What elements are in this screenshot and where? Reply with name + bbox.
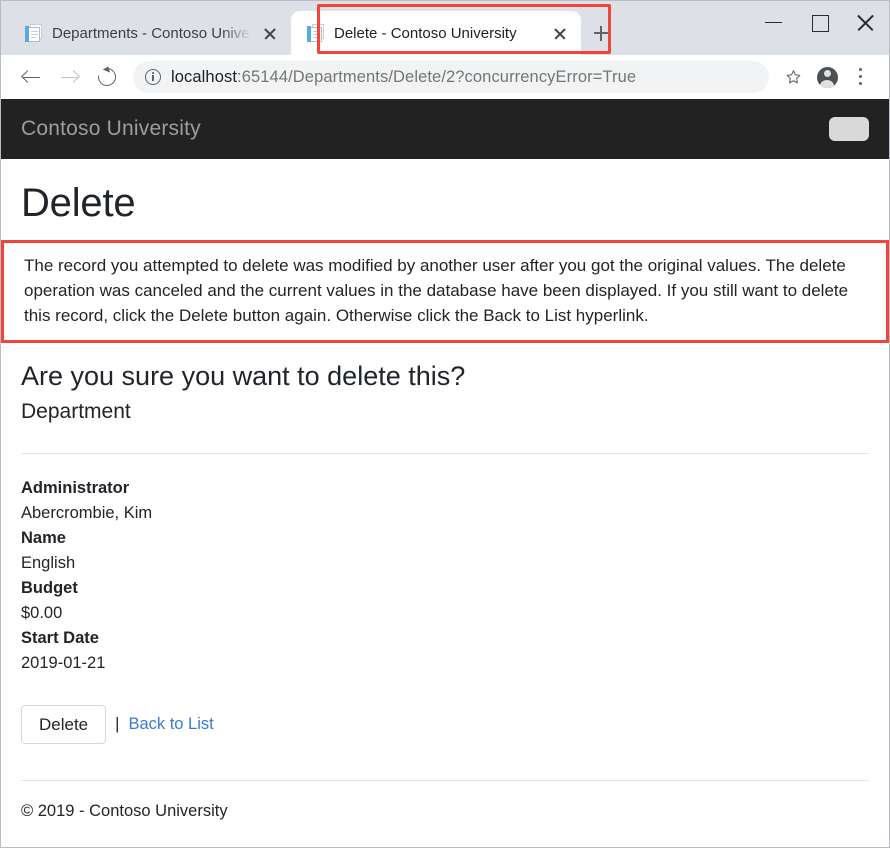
page-footer: © 2019 - Contoso University — [21, 781, 869, 821]
bookmark-star-icon — [785, 69, 802, 85]
department-details-list: Administrator Abercrombie, Kim Name Engl… — [21, 476, 869, 676]
maximize-icon[interactable] — [797, 1, 843, 45]
url-host: localhost — [171, 68, 237, 86]
minimize-icon[interactable] — [751, 1, 797, 45]
back-arrow-icon — [22, 68, 41, 87]
browser-toolbar: localhost:65144/Departments/Delete/2?con… — [1, 55, 889, 99]
reload-button[interactable] — [89, 59, 125, 95]
address-bar[interactable]: localhost:65144/Departments/Delete/2?con… — [133, 61, 769, 93]
url-text: localhost:65144/Departments/Delete/2?con… — [171, 68, 636, 87]
back-button[interactable] — [13, 59, 49, 95]
kebab-menu-icon — [859, 68, 863, 86]
reload-icon — [94, 64, 119, 89]
navbar-brand[interactable]: Contoso University — [21, 117, 201, 141]
detail-value-administrator: Abercrombie, Kim — [21, 501, 869, 526]
concurrency-error-alert: The record you attempted to delete was m… — [1, 240, 889, 343]
entity-heading: Department — [21, 400, 869, 424]
site-info-icon[interactable] — [145, 69, 161, 85]
tab-close-icon[interactable] — [259, 22, 281, 44]
back-to-list-link[interactable]: Back to List — [128, 715, 213, 734]
browser-tab-departments[interactable]: Departments - Contoso Universit — [9, 11, 291, 55]
profile-avatar-icon — [817, 67, 838, 88]
window-controls — [751, 1, 889, 45]
navbar-toggler-button[interactable] — [829, 117, 869, 141]
page-favicon-icon — [307, 24, 324, 43]
browser-menu-button[interactable] — [845, 61, 877, 93]
divider-top — [21, 453, 869, 454]
tab-title: Departments - Contoso Universit — [52, 25, 249, 42]
browser-window: Departments - Contoso Universit Delete -… — [0, 0, 890, 848]
action-row: Delete | Back to List — [21, 705, 869, 744]
alert-message: The record you attempted to delete was m… — [24, 253, 866, 328]
forward-button[interactable] — [51, 59, 87, 95]
tab-title: Delete - Contoso University — [334, 25, 539, 42]
detail-label-name: Name — [21, 526, 869, 551]
confirm-heading: Are you sure you want to delete this? — [21, 361, 869, 392]
page-title: Delete — [21, 181, 869, 226]
page-container: Delete The record you attempted to delet… — [1, 181, 889, 821]
page-viewport: Contoso University Delete The record you… — [1, 99, 889, 847]
action-separator: | — [115, 715, 119, 734]
delete-button[interactable]: Delete — [21, 705, 106, 744]
site-navbar: Contoso University — [1, 99, 889, 159]
page-favicon-icon — [25, 24, 42, 43]
profile-button[interactable] — [811, 61, 843, 93]
new-tab-button[interactable] — [581, 11, 621, 55]
forward-arrow-icon — [60, 68, 79, 87]
browser-tab-delete[interactable]: Delete - Contoso University — [291, 11, 581, 55]
bookmark-button[interactable] — [777, 61, 809, 93]
tab-strip: Departments - Contoso Universit Delete -… — [1, 1, 889, 55]
url-path: :65144/Departments/Delete/2?concurrencyE… — [237, 68, 636, 86]
detail-label-budget: Budget — [21, 576, 869, 601]
detail-label-administrator: Administrator — [21, 476, 869, 501]
close-window-icon[interactable] — [843, 1, 889, 45]
tab-close-icon[interactable] — [549, 22, 571, 44]
detail-value-start-date: 2019-01-21 — [21, 651, 869, 676]
detail-label-start-date: Start Date — [21, 626, 869, 651]
detail-value-name: English — [21, 551, 869, 576]
detail-value-budget: $0.00 — [21, 601, 869, 626]
